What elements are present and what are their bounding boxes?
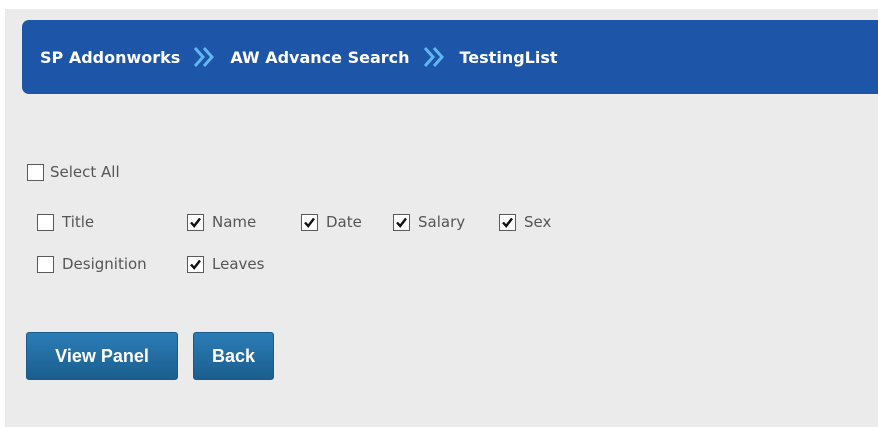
double-chevron-right-icon xyxy=(192,45,218,69)
column-option-sex: Sex xyxy=(499,213,551,231)
column-checkbox-leaves[interactable] xyxy=(187,255,204,273)
checkmark-icon xyxy=(304,217,315,228)
column-label-salary: Salary xyxy=(418,213,466,231)
breadcrumb-item-testinglist[interactable]: TestingList xyxy=(460,48,558,67)
column-label-title: Title xyxy=(62,213,95,231)
checkmark-icon xyxy=(502,217,513,228)
column-option-name: Name xyxy=(187,213,256,231)
column-option-title: Title xyxy=(37,213,94,231)
column-checkbox-date[interactable] xyxy=(301,213,318,231)
column-checkbox-salary[interactable] xyxy=(393,213,410,231)
checkmark-icon xyxy=(190,217,201,228)
select-all-option: Select All xyxy=(27,163,120,181)
breadcrumb-item-aw-advance-search[interactable]: AW Advance Search xyxy=(230,48,409,67)
select-all-label: Select All xyxy=(50,163,120,181)
view-panel-button[interactable]: View Panel xyxy=(26,332,178,380)
column-option-salary: Salary xyxy=(393,213,465,231)
column-checkbox-sex[interactable] xyxy=(499,213,516,231)
column-checkbox-designition[interactable] xyxy=(37,255,54,273)
column-option-date: Date xyxy=(301,213,362,231)
column-label-sex: Sex xyxy=(524,213,552,231)
column-label-date: Date xyxy=(326,213,362,231)
column-option-designition: Designition xyxy=(37,255,147,273)
column-label-designition: Designition xyxy=(62,255,147,273)
column-label-name: Name xyxy=(212,213,257,231)
column-checkbox-name[interactable] xyxy=(187,213,204,231)
select-all-checkbox[interactable] xyxy=(27,163,44,181)
column-label-leaves: Leaves xyxy=(212,255,265,273)
back-button[interactable]: Back xyxy=(193,332,274,380)
breadcrumb: SP Addonworks AW Advance Search TestingL… xyxy=(22,20,878,94)
checkmark-icon xyxy=(396,217,407,228)
breadcrumb-item-sp-addonworks[interactable]: SP Addonworks xyxy=(40,48,180,67)
checkmark-icon xyxy=(190,259,201,270)
column-checkbox-title[interactable] xyxy=(37,213,54,231)
column-option-leaves: Leaves xyxy=(187,255,264,273)
double-chevron-right-icon xyxy=(422,45,448,69)
